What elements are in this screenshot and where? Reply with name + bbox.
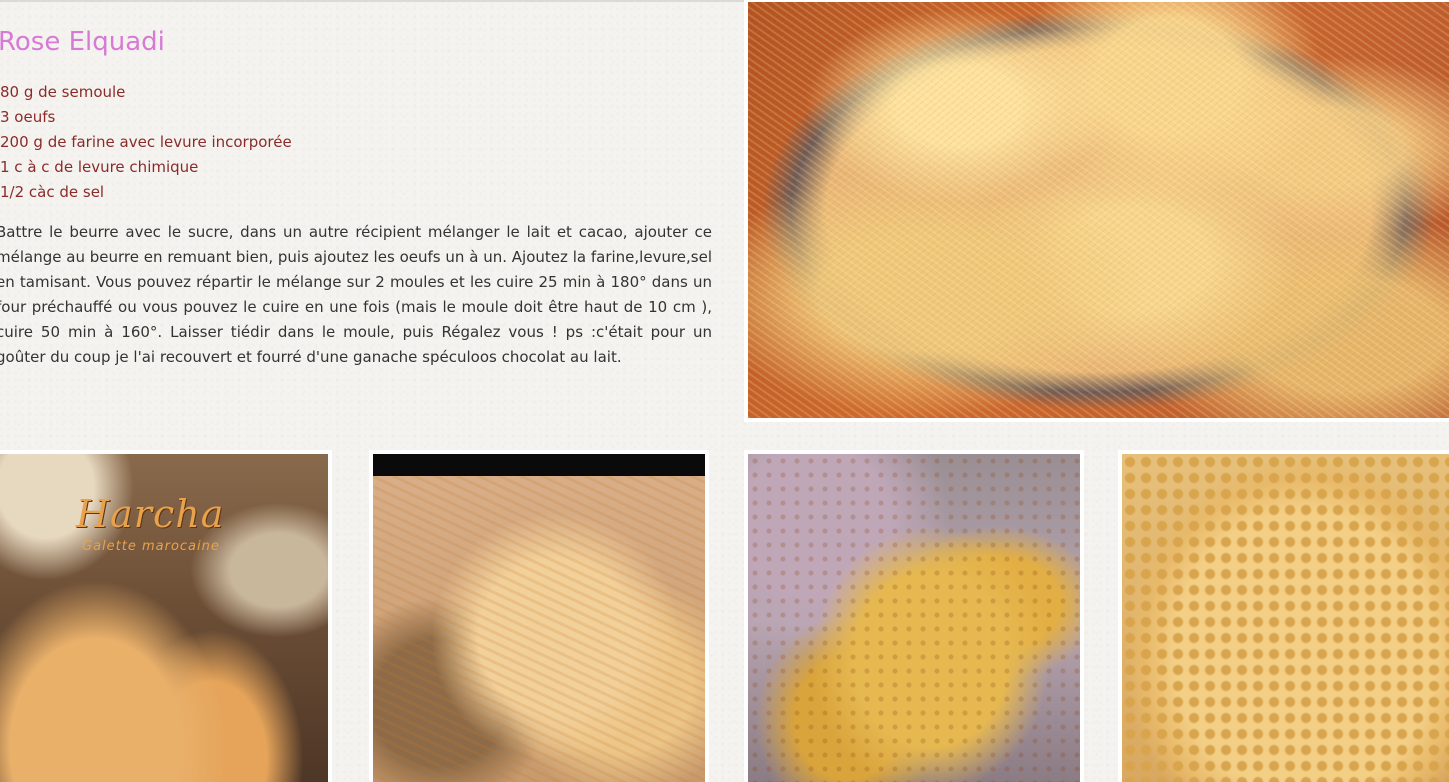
msemen-squares-image[interactable] bbox=[748, 454, 1080, 782]
ingredient-item: 1/2 càc de sel bbox=[0, 183, 105, 201]
recipe-section: Rose Elquadi 80 g de semoule 3 oeufs 200… bbox=[0, 0, 740, 420]
recipe-instructions: Battre le beurre avec le sucre, dans un … bbox=[0, 223, 712, 366]
gallery-card-harcha[interactable]: Harcha Galette marocaine bbox=[0, 450, 332, 782]
ingredient-item: 3 oeufs bbox=[0, 108, 56, 126]
harcha-logo-text: Harcha bbox=[76, 492, 225, 536]
gallery-card-rolled-flatbread[interactable] bbox=[369, 450, 709, 782]
harcha-image[interactable]: Harcha Galette marocaine bbox=[0, 454, 328, 782]
ingredient-item: 200 g de farine avec levure incorporée bbox=[0, 133, 292, 151]
harcha-logo-subtitle: Galette marocaine bbox=[82, 539, 220, 554]
ingredient-item: 1 c à c de levure chimique bbox=[0, 158, 199, 176]
ingredient-item: 80 g de semoule bbox=[0, 83, 126, 101]
gallery-card-msemen-squares[interactable] bbox=[744, 450, 1084, 782]
gallery-card-baghrir[interactable] bbox=[1118, 450, 1449, 782]
baghrir-image[interactable] bbox=[1122, 454, 1449, 782]
msemen-hero-image[interactable] bbox=[748, 2, 1449, 418]
hero-image-frame[interactable] bbox=[744, 0, 1449, 422]
recipe-title: Rose Elquadi bbox=[0, 27, 165, 57]
rolled-flatbread-image[interactable] bbox=[373, 454, 705, 782]
ingredient-list: 80 g de semoule 3 oeufs 200 g de farine … bbox=[0, 80, 292, 205]
